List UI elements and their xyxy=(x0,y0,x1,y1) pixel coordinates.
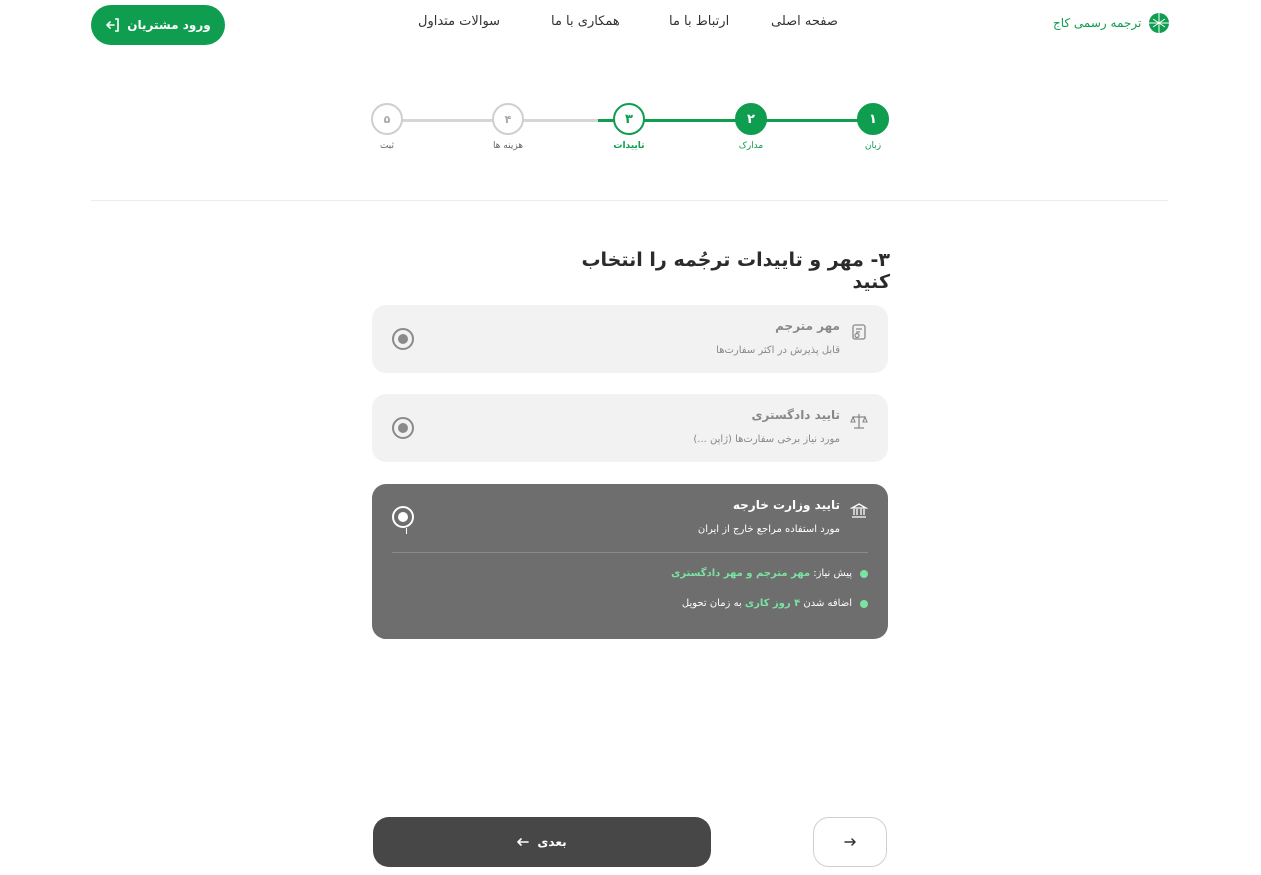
option-subtitle: مورد استفاده مراجع خارج از ایران xyxy=(697,524,840,535)
option-title: مهر مترجم xyxy=(775,319,840,333)
arrow-right-icon xyxy=(844,838,856,846)
bullet-icon xyxy=(860,599,868,608)
time-prefix: اضافه شدن xyxy=(803,598,852,609)
step-number: ۱ xyxy=(857,103,889,135)
option-radio[interactable] xyxy=(392,417,414,439)
option-subtitle: قابل پذیرش در اکثر سفارت‌ها xyxy=(716,345,840,356)
time-text: اضافه شدن ۴ روز کاری به زمان تحویل xyxy=(682,598,852,609)
step-label: مدارک xyxy=(738,141,764,151)
step-number: ۵ xyxy=(371,103,403,135)
customer-login-button[interactable]: ورود مشتریان xyxy=(91,5,225,45)
radio-dot xyxy=(398,334,408,344)
header: ورود مشتریان سوالات متداول همکاری با ما … xyxy=(0,0,1261,48)
delivery-time-row: اضافه شدن ۴ روز کاری به زمان تحویل xyxy=(682,598,868,609)
option-translator-seal[interactable]: مهر مترجم قابل پذیرش در اکثر سفارت‌ها xyxy=(372,305,888,373)
step-language[interactable]: ۱ زبان xyxy=(856,103,890,151)
certificate-icon xyxy=(852,324,866,340)
pinecone-logo-icon xyxy=(1149,13,1170,33)
step-label: تاییدات xyxy=(613,141,645,151)
step-submit[interactable]: ۵ ثبت xyxy=(370,103,404,151)
bank-icon xyxy=(850,503,868,518)
radio-dot xyxy=(398,423,408,433)
next-button[interactable]: بعدی xyxy=(373,817,711,867)
option-radio[interactable] xyxy=(392,328,414,350)
nav-cooperation[interactable]: همکاری با ما xyxy=(551,14,620,29)
step-costs[interactable]: ۴ هزینه ها xyxy=(491,103,525,151)
progress-stepper: ۱ زبان ۲ مدارک ۳ تاییدات ۴ هزینه ها ۵ ثب… xyxy=(370,103,890,163)
option-title: تایید دادگستری xyxy=(751,408,840,422)
radio-dot xyxy=(398,512,408,522)
option-title: تایید وزارت خارجه xyxy=(732,498,840,512)
prereq-prefix: پیش نیاز: xyxy=(813,568,852,579)
card-separator xyxy=(392,552,868,553)
section-title: ۳- مهر و تاییدات ترجُمه را انتخاب کنید xyxy=(581,249,890,293)
radio-stem xyxy=(406,528,407,534)
back-button[interactable] xyxy=(813,817,887,867)
prerequisite-row: پیش نیاز: مهر مترجم و مهر دادگستری xyxy=(671,568,868,579)
time-suffix: به زمان تحویل xyxy=(681,598,742,609)
step-number: ۳ xyxy=(613,103,645,135)
login-label: ورود مشتریان xyxy=(127,18,211,32)
brand[interactable]: ترجمه رسمی کاج xyxy=(1053,11,1171,35)
time-value: ۴ روز کاری xyxy=(744,598,801,609)
nav-home[interactable]: صفحه اصلی xyxy=(771,14,838,29)
step-number: ۲ xyxy=(735,103,767,135)
option-judiciary-approval[interactable]: تایید دادگستری مورد نیاز برخی سفارت‌ها (… xyxy=(372,394,888,462)
step-label: زبان xyxy=(864,141,882,151)
nav-faq[interactable]: سوالات متداول xyxy=(418,14,500,29)
brand-name: ترجمه رسمی کاج xyxy=(1053,16,1142,30)
option-subtitle: مورد نیاز برخی سفارت‌ها (ژاپن ...) xyxy=(693,434,840,445)
step-label: ثبت xyxy=(379,141,395,151)
step-documents[interactable]: ۲ مدارک xyxy=(734,103,768,151)
login-arrow-icon xyxy=(106,18,120,32)
next-label: بعدی xyxy=(537,835,567,849)
step-approvals[interactable]: ۳ تاییدات xyxy=(612,103,646,151)
option-foreign-ministry-approval[interactable]: تایید وزارت خارجه مورد استفاده مراجع خار… xyxy=(372,484,888,639)
option-radio-selected[interactable] xyxy=(392,506,414,528)
bullet-icon xyxy=(860,569,868,578)
arrow-left-icon xyxy=(517,838,530,846)
prereq-text: پیش نیاز: مهر مترجم و مهر دادگستری xyxy=(671,568,852,579)
prereq-value: مهر مترجم و مهر دادگستری xyxy=(671,568,811,579)
section-divider xyxy=(91,200,1168,201)
step-label: هزینه ها xyxy=(492,141,524,151)
scales-icon xyxy=(850,414,868,429)
nav-contact[interactable]: ارتباط با ما xyxy=(669,14,729,29)
step-number: ۴ xyxy=(492,103,524,135)
